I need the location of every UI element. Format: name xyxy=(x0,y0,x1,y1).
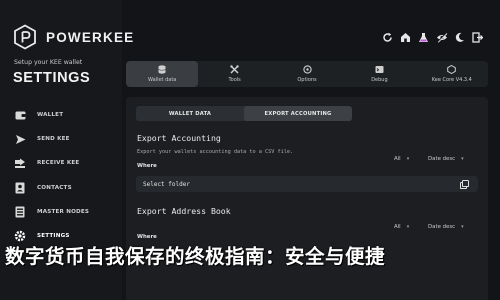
tab-debug[interactable]: Debug xyxy=(343,61,415,87)
settings-tabs: Wallet data Tools Options Debug Kee Core… xyxy=(126,61,488,87)
master-nodes-icon xyxy=(13,205,27,219)
filter-value: All xyxy=(394,156,401,162)
sync-icon[interactable] xyxy=(381,31,394,44)
toolbar xyxy=(381,31,484,44)
chevron-down-icon: ▾ xyxy=(406,156,410,162)
core-icon xyxy=(447,65,457,74)
folder-field-text: Select folder xyxy=(143,180,190,188)
tab-label: Tools xyxy=(228,77,241,83)
sort-value: Date desc xyxy=(428,156,456,162)
moon-icon[interactable] xyxy=(453,31,466,44)
sidebar-item-label: MASTER NODES xyxy=(37,208,90,215)
sidebar-item-receive-kee[interactable]: RECEIVE KEE xyxy=(13,151,113,175)
filter-value: All xyxy=(394,224,401,230)
tab-label: Wallet data xyxy=(148,77,177,83)
chevron-down-icon: ▾ xyxy=(461,156,464,162)
eye-off-icon[interactable] xyxy=(435,31,448,44)
export-accounting-title: Export Accounting xyxy=(137,133,221,143)
options-icon xyxy=(302,65,312,74)
sidebar-item-label: RECEIVE KEE xyxy=(37,160,80,167)
export-accounting-sort-select[interactable]: Date desc ▾ xyxy=(428,156,464,162)
overlay-headline: 数字货币自我保存的终极指南：安全与便捷 xyxy=(5,245,386,268)
copy-folder-icon[interactable] xyxy=(460,180,469,189)
export-address-book-title: Export Address Book xyxy=(137,206,231,216)
contacts-icon xyxy=(13,181,27,195)
wallet-icon xyxy=(13,108,27,122)
sidebar-nav: WALLET SEND KEE RECEIVE KEE CONTACTS MAS… xyxy=(13,103,113,248)
powerkee-logo-icon xyxy=(14,24,36,50)
sidebar-item-contacts[interactable]: CONTACTS xyxy=(13,176,113,200)
sidebar-item-label: CONTACTS xyxy=(37,184,72,191)
brand-name: POWERKEE xyxy=(46,29,135,45)
exit-icon[interactable] xyxy=(471,31,484,44)
sidebar-item-label: SETTINGS xyxy=(37,233,70,240)
page-title: SETTINGS xyxy=(13,70,91,86)
sidebar-item-master-nodes[interactable]: MASTER NODES xyxy=(13,200,113,224)
send-icon xyxy=(13,132,27,146)
tools-icon xyxy=(230,65,239,74)
chevron-down-icon: ▾ xyxy=(461,224,464,230)
flask-icon[interactable] xyxy=(417,31,430,44)
tab-label: Kee Core V4.3.4 xyxy=(431,77,472,83)
chevron-down-icon: ▾ xyxy=(406,224,410,230)
brand-logo: POWERKEE xyxy=(13,24,134,50)
tab-kee-core[interactable]: Kee Core V4.3.4 xyxy=(416,61,488,87)
sort-value: Date desc xyxy=(428,224,456,230)
settings-panel: WALLET DATA EXPORT ACCOUNTING Export Acc… xyxy=(126,97,488,300)
sidebar-subtitle: Setup your KEE wallet xyxy=(14,59,83,66)
export-accounting-where-label: Where xyxy=(137,163,157,169)
wallet-data-subtabs: WALLET DATA EXPORT ACCOUNTING xyxy=(136,106,352,121)
subtab-export-accounting[interactable]: EXPORT ACCOUNTING xyxy=(244,106,352,121)
debug-icon xyxy=(375,65,384,74)
export-accounting-filter-select[interactable]: All ▾ xyxy=(394,156,409,162)
tab-label: Options xyxy=(297,77,317,83)
sidebar-item-label: WALLET xyxy=(37,112,64,119)
app-window: POWERKEE Setup your KEE wallet SETTINGS … xyxy=(0,0,500,300)
export-accounting-description: Export your wallets accounting data to a… xyxy=(137,149,294,155)
subtab-wallet-data[interactable]: WALLET DATA xyxy=(136,106,244,121)
sidebar-item-send-kee[interactable]: SEND KEE xyxy=(13,127,113,151)
sidebar-item-label: SEND KEE xyxy=(37,136,70,143)
tab-label: Debug xyxy=(371,77,388,83)
export-accounting-folder-field[interactable]: Select folder xyxy=(136,176,478,192)
tab-wallet-data[interactable]: Wallet data xyxy=(126,61,199,87)
home-icon[interactable] xyxy=(399,31,412,44)
sidebar-item-wallet[interactable]: WALLET xyxy=(13,103,113,127)
receive-icon xyxy=(13,156,27,170)
export-address-book-filter-select[interactable]: All ▾ xyxy=(394,224,409,230)
export-address-book-sort-select[interactable]: Date desc ▾ xyxy=(428,224,464,230)
database-icon xyxy=(158,65,166,74)
tab-options[interactable]: Options xyxy=(271,61,343,87)
tab-tools[interactable]: Tools xyxy=(198,61,270,87)
